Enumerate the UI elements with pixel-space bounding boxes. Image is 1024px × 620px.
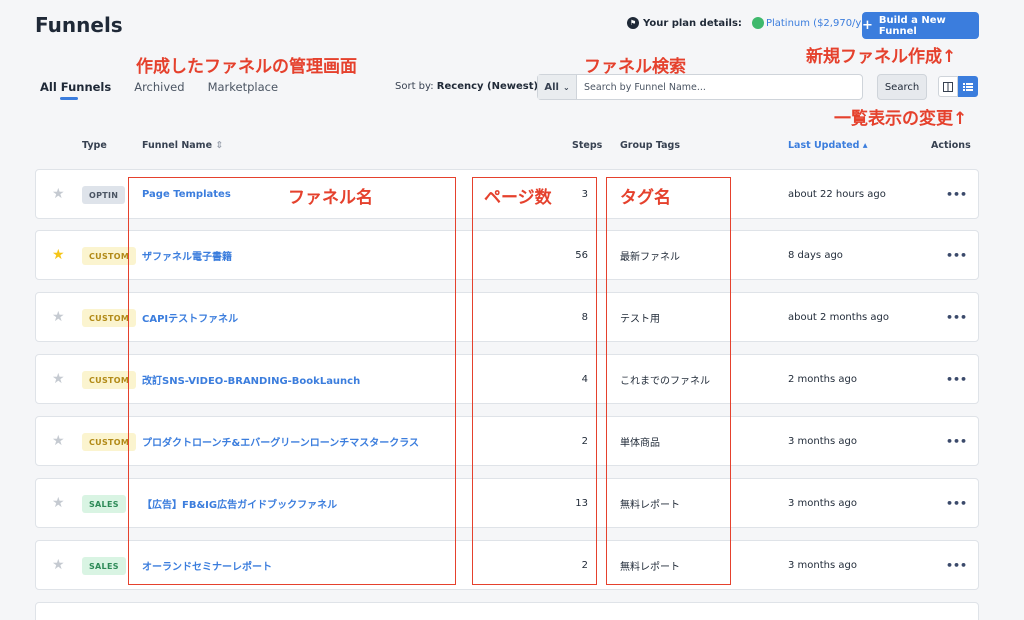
star-icon[interactable]: ★ xyxy=(52,355,65,403)
funnel-updated: 8 days ago xyxy=(788,249,843,261)
column-header-funnel-name-label: Funnel Name xyxy=(142,140,213,151)
more-actions-icon[interactable]: ••• xyxy=(946,417,967,465)
view-toggle xyxy=(938,76,978,97)
annotation-name-col: ファネル名 xyxy=(288,188,373,208)
more-actions-icon[interactable]: ••• xyxy=(946,541,967,589)
funnel-type-badge: SALES xyxy=(82,557,126,575)
funnel-type-badge: SALES xyxy=(82,495,126,513)
build-new-funnel-button[interactable]: + Build a New Funnel xyxy=(862,12,979,39)
flag-icon: ⚑ xyxy=(627,17,639,29)
funnel-type-badge: OPTIN xyxy=(82,186,126,204)
more-actions-icon[interactable]: ••• xyxy=(946,479,967,527)
annotation-manage: 作成したファネルの管理画面 xyxy=(136,57,357,77)
list-view-button[interactable] xyxy=(958,76,978,97)
search-input[interactable] xyxy=(577,75,862,99)
column-header-actions: Actions xyxy=(931,140,971,151)
search-scope-value: All xyxy=(544,81,559,93)
sort-dropdown[interactable]: Sort by: Recency (Newest) ⌄ xyxy=(395,81,550,92)
funnel-tabs: All Funnels Archived Marketplace xyxy=(40,80,301,100)
sort-icon: ⇕ xyxy=(215,140,224,151)
table-row xyxy=(35,602,979,620)
annotation-view: 一覧表示の変更↑ xyxy=(834,109,968,129)
star-icon[interactable]: ★ xyxy=(52,541,65,589)
annotation-new: 新規ファネル作成↑ xyxy=(806,47,957,67)
search-button[interactable]: Search xyxy=(877,74,927,100)
funnel-updated: 3 months ago xyxy=(788,435,857,447)
column-header-steps: Steps xyxy=(572,140,603,151)
funnel-updated: 3 months ago xyxy=(788,559,857,571)
column-header-type: Type xyxy=(82,140,107,151)
annotation-box-tags xyxy=(606,177,731,585)
star-icon[interactable]: ★ xyxy=(52,231,65,279)
funnel-updated: about 22 hours ago xyxy=(788,188,886,200)
annotation-tag-col: タグ名 xyxy=(620,188,671,208)
plus-icon: + xyxy=(862,18,873,33)
plan-dropdown[interactable]: Platinum ($2,970/yr) xyxy=(766,18,869,29)
star-icon[interactable]: ★ xyxy=(52,417,65,465)
build-new-funnel-label: Build a New Funnel xyxy=(878,14,946,37)
chevron-down-icon: ⌄ xyxy=(562,82,570,92)
star-icon[interactable]: ★ xyxy=(52,170,65,218)
annotation-box-steps xyxy=(472,177,597,585)
annotation-pages-col: ページ数 xyxy=(484,188,552,208)
funnel-updated: 3 months ago xyxy=(788,497,857,509)
sort-value: Recency (Newest) xyxy=(436,81,539,92)
page-title: Funnels xyxy=(35,13,123,37)
plan-details: ⚑ Your plan details: Platinum ($2,970/yr… xyxy=(627,17,882,29)
sort-label: Sort by: xyxy=(395,81,434,92)
funnel-updated: about 2 months ago xyxy=(788,311,890,323)
more-actions-icon[interactable]: ••• xyxy=(946,293,967,341)
tab-archived[interactable]: Archived xyxy=(134,80,184,94)
list-view-icon xyxy=(963,82,973,91)
tab-all-funnels[interactable]: All Funnels xyxy=(40,80,111,100)
column-header-last-updated[interactable]: Last Updated ▴ xyxy=(788,140,868,151)
annotation-box-funnel-name xyxy=(128,177,456,585)
grid-view-icon xyxy=(943,81,953,92)
search-group: All ⌄ xyxy=(537,74,863,100)
more-actions-icon[interactable]: ••• xyxy=(946,170,967,218)
funnel-updated: 2 months ago xyxy=(788,373,857,385)
more-actions-icon[interactable]: ••• xyxy=(946,231,967,279)
search-scope-select[interactable]: All ⌄ xyxy=(538,75,577,99)
column-header-last-updated-label: Last Updated xyxy=(788,140,860,151)
plan-status-dot xyxy=(751,17,764,29)
star-icon[interactable]: ★ xyxy=(52,479,65,527)
sort-up-icon: ▴ xyxy=(862,140,868,151)
plan-label: Your plan details: xyxy=(643,17,742,29)
grid-view-button[interactable] xyxy=(938,76,958,97)
star-icon[interactable]: ★ xyxy=(52,293,65,341)
tab-marketplace[interactable]: Marketplace xyxy=(208,80,278,94)
more-actions-icon[interactable]: ••• xyxy=(946,355,967,403)
column-header-funnel-name[interactable]: Funnel Name ⇕ xyxy=(142,140,223,151)
column-header-group-tags: Group Tags xyxy=(620,140,681,151)
